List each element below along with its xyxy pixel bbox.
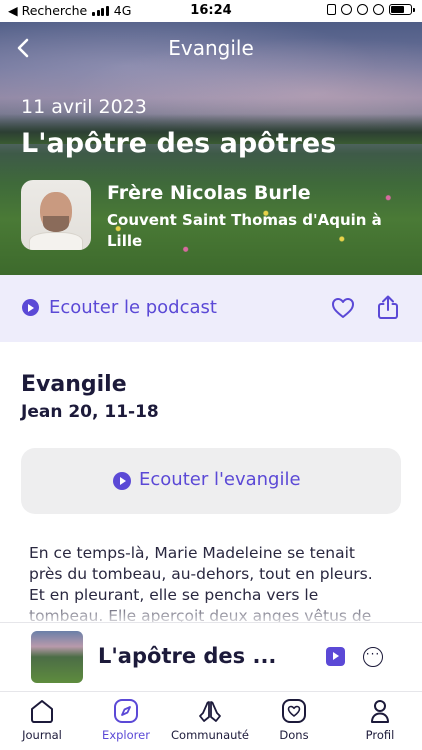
tab-label: Explorer — [102, 728, 150, 742]
battery-icon — [389, 4, 415, 15]
location-icon — [341, 4, 352, 15]
favorite-button[interactable] — [331, 297, 355, 319]
tab-explorer[interactable]: Explorer — [84, 692, 168, 750]
tab-profil[interactable]: Profil — [338, 692, 422, 750]
author-name[interactable]: Frère Nicolas Burle — [107, 182, 311, 204]
tab-journal[interactable]: Journal — [0, 692, 84, 750]
compass-icon — [114, 699, 138, 723]
house-icon — [31, 700, 53, 723]
tab-label: Profil — [365, 728, 395, 742]
mini-player-artwork — [31, 631, 83, 683]
tab-dons[interactable]: Dons — [252, 692, 336, 750]
share-icon — [378, 295, 398, 319]
episode-title: L'apôtre des apôtres — [21, 128, 337, 159]
share-button[interactable] — [376, 294, 400, 320]
status-bar: ◀ Recherche 4G 16:24 — [0, 0, 422, 22]
author-avatar[interactable] — [21, 180, 91, 250]
author-place: Couvent Saint Thomas d'Aquin à Lille — [107, 211, 382, 250]
tab-communaute[interactable]: Communauté — [168, 692, 252, 750]
mini-player[interactable]: L'apôtre des ... ··· — [0, 622, 422, 692]
section-title: Evangile — [21, 372, 127, 397]
tab-label: Dons — [279, 728, 309, 742]
page-title: Evangile — [168, 36, 254, 60]
heart-box-icon — [282, 699, 306, 723]
tab-bar: Journal Explorer Communauté Dons Profil — [0, 692, 422, 750]
heart-icon — [332, 298, 354, 318]
listen-podcast-button[interactable]: Ecouter le podcast — [49, 297, 217, 318]
mini-player-title[interactable]: L'apôtre des ... — [98, 644, 318, 668]
publication-date: 11 avril 2023 — [21, 96, 147, 118]
lock-rotation-icon — [327, 4, 336, 15]
play-circle-icon[interactable] — [22, 299, 39, 316]
play-circle-icon — [113, 472, 131, 490]
tab-label: Communauté — [171, 728, 249, 742]
alarm-icon — [357, 4, 368, 15]
play-icon[interactable] — [326, 647, 345, 666]
listen-gospel-button[interactable]: Ecouter l'evangile — [21, 448, 401, 514]
praying-hands-icon — [199, 701, 221, 722]
tab-label: Journal — [22, 728, 62, 742]
text-fade — [0, 600, 422, 622]
status-right — [327, 4, 415, 15]
podcast-bar: Ecouter le podcast — [0, 275, 422, 342]
more-options-icon[interactable]: ··· — [363, 647, 383, 667]
person-icon — [371, 700, 389, 723]
gospel-reference: Jean 20, 11-18 — [21, 402, 159, 422]
hero-banner: Evangile 11 avril 2023 L'apôtre des apôt… — [0, 22, 422, 275]
listen-gospel-label: Ecouter l'evangile — [139, 469, 301, 490]
headphones-icon — [373, 4, 384, 15]
